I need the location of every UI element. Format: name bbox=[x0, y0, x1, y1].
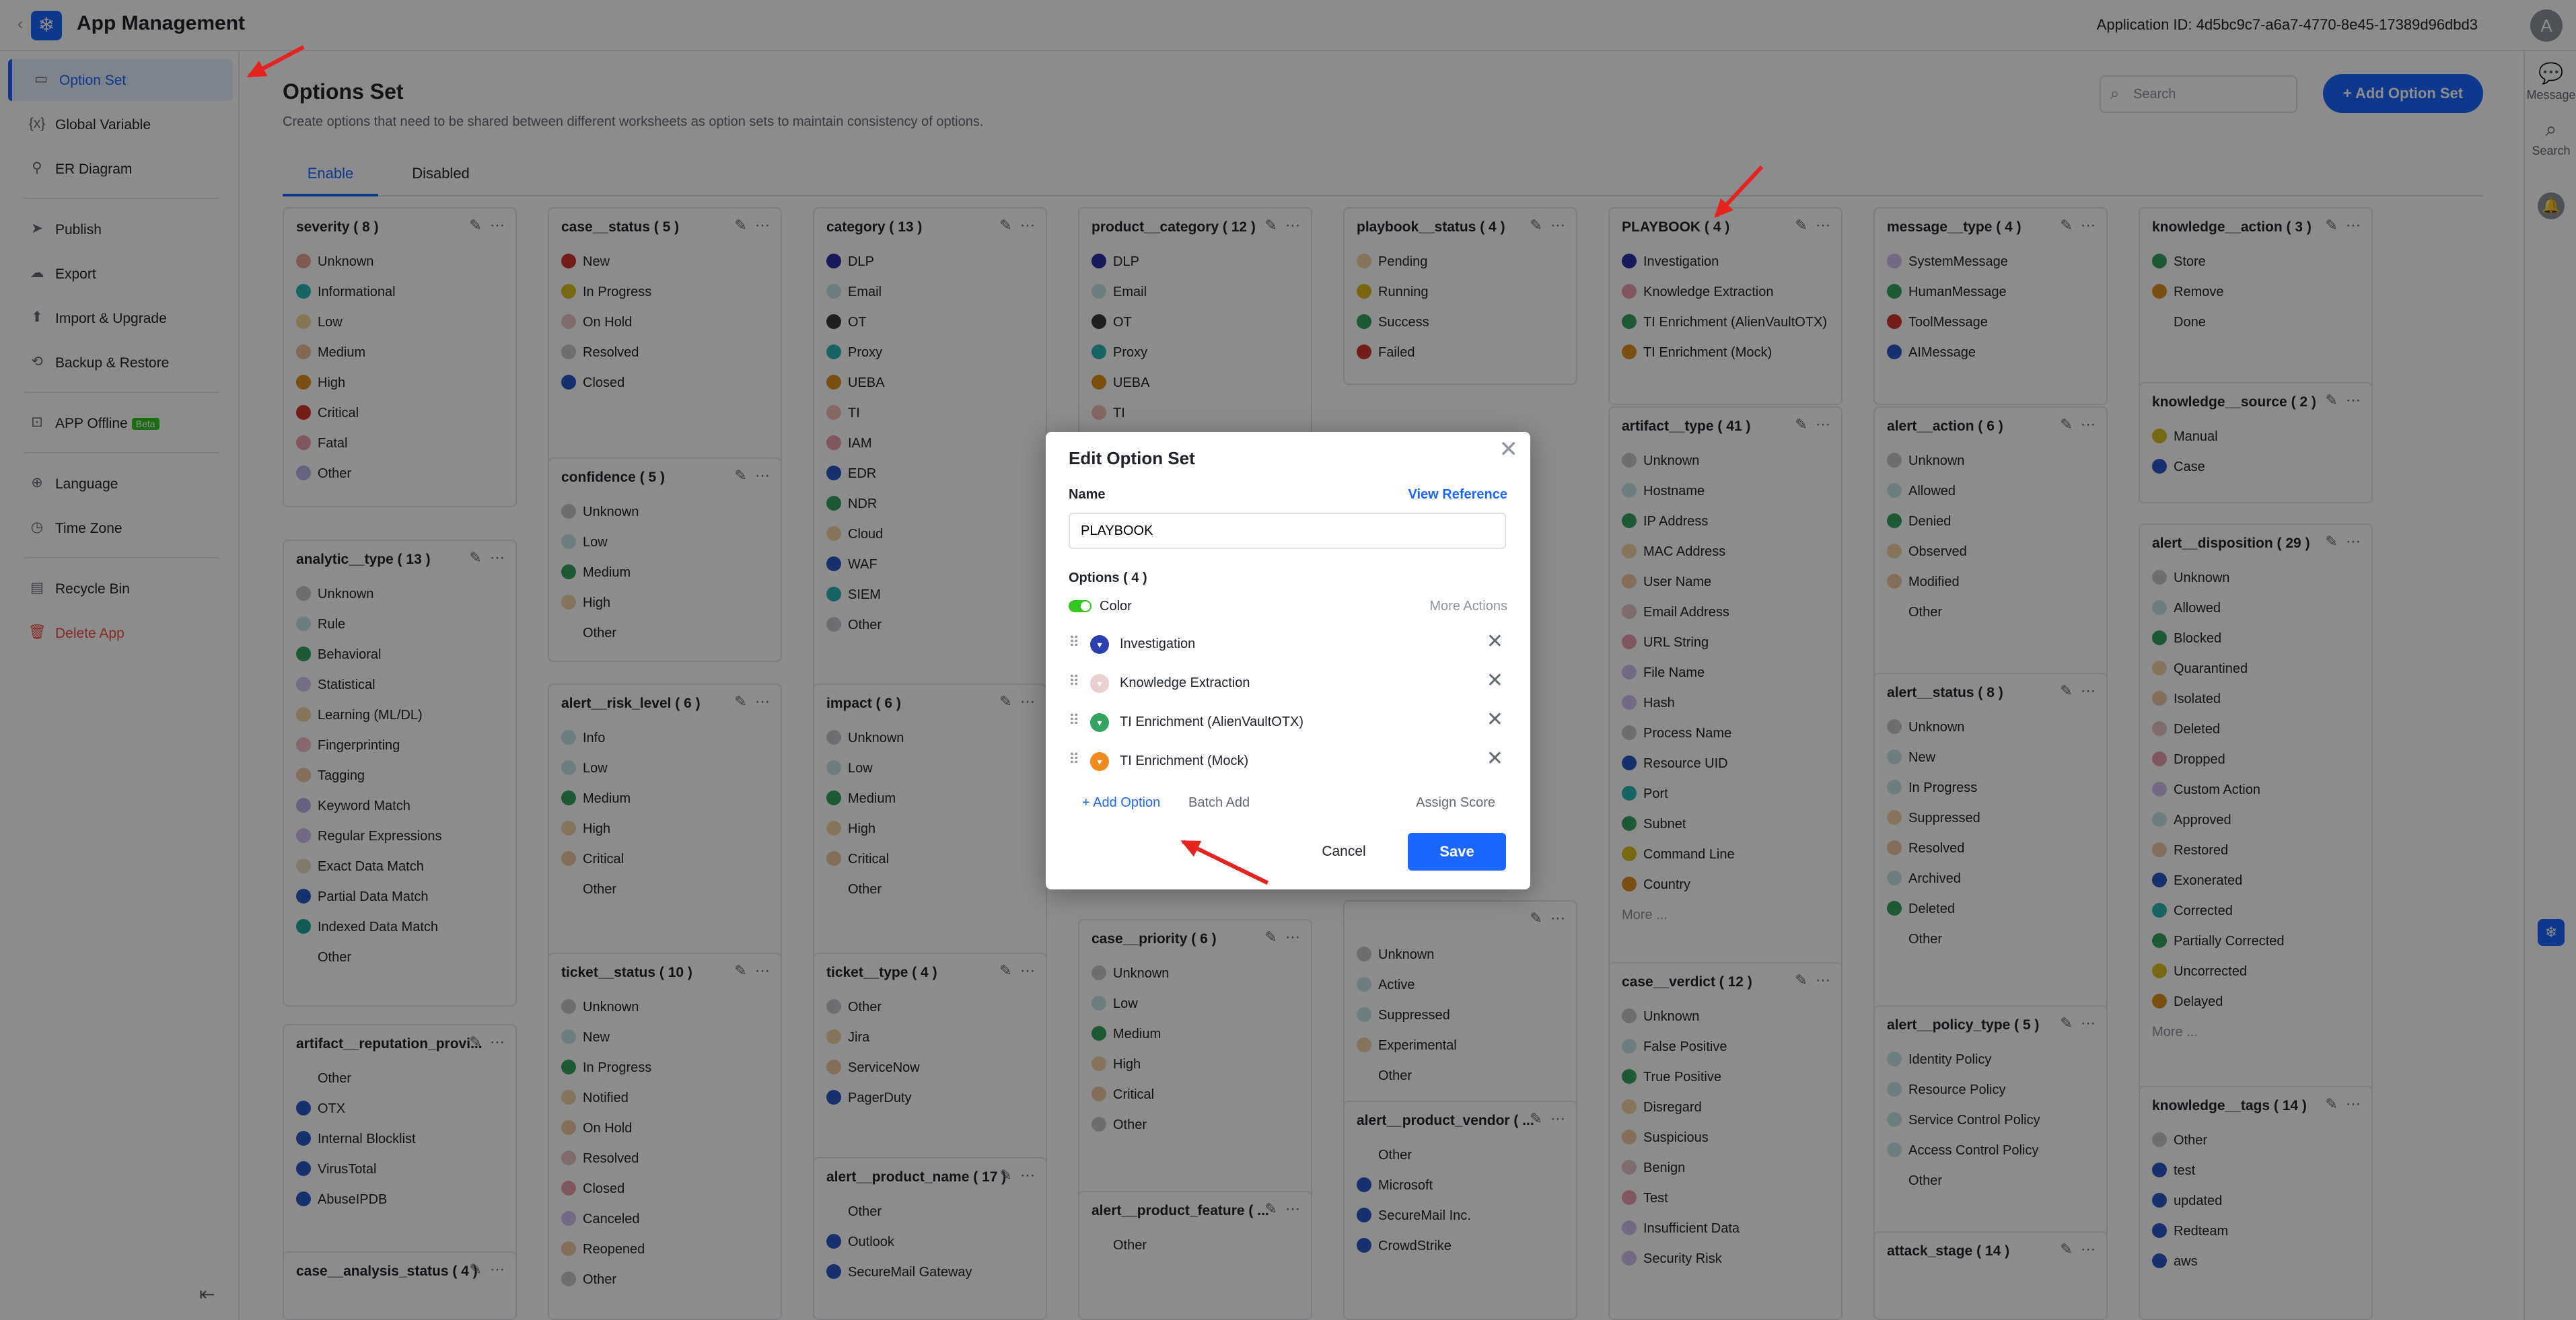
option-row[interactable]: ⠿ ▾ Investigation ✕ bbox=[1069, 626, 1506, 663]
edit-option-set-dialog: Edit Option Set ✕ Name View Reference Op… bbox=[1046, 432, 1530, 889]
cancel-button[interactable]: Cancel bbox=[1300, 833, 1388, 871]
option-row[interactable]: ⠿ ▾ TI Enrichment (AlienVaultOTX) ✕ bbox=[1069, 704, 1506, 741]
option-label[interactable]: TI Enrichment (AlienVaultOTX) bbox=[1120, 714, 1303, 730]
remove-option-icon[interactable]: ✕ bbox=[1487, 747, 1503, 770]
color-label: Color bbox=[1100, 599, 1132, 614]
save-button[interactable]: Save bbox=[1408, 833, 1506, 871]
color-picker[interactable]: ▾ bbox=[1090, 752, 1109, 771]
option-label[interactable]: TI Enrichment (Mock) bbox=[1120, 754, 1248, 769]
color-toggle[interactable] bbox=[1069, 600, 1092, 612]
view-reference-link[interactable]: View Reference bbox=[1408, 487, 1508, 503]
color-picker[interactable]: ▾ bbox=[1090, 635, 1109, 654]
dialog-title: Edit Option Set bbox=[1069, 448, 1195, 468]
option-row[interactable]: ⠿ ▾ Knowledge Extraction ✕ bbox=[1069, 665, 1506, 702]
name-field[interactable] bbox=[1069, 513, 1506, 549]
option-row[interactable]: ⠿ ▾ TI Enrichment (Mock) ✕ bbox=[1069, 743, 1506, 780]
color-picker[interactable]: ▾ bbox=[1090, 713, 1109, 732]
close-icon[interactable]: ✕ bbox=[1499, 436, 1519, 463]
more-actions-button[interactable]: More Actions bbox=[1429, 599, 1507, 614]
drag-handle-icon[interactable]: ⠿ bbox=[1069, 751, 1079, 768]
remove-option-icon[interactable]: ✕ bbox=[1487, 630, 1503, 653]
option-label[interactable]: Investigation bbox=[1120, 636, 1195, 652]
drag-handle-icon[interactable]: ⠿ bbox=[1069, 634, 1079, 651]
batch-add-button[interactable]: Batch Add bbox=[1188, 795, 1250, 811]
drag-handle-icon[interactable]: ⠿ bbox=[1069, 673, 1079, 690]
option-label[interactable]: Knowledge Extraction bbox=[1120, 675, 1250, 691]
name-label: Name bbox=[1069, 487, 1106, 502]
remove-option-icon[interactable]: ✕ bbox=[1487, 669, 1503, 692]
color-picker[interactable]: ▾ bbox=[1090, 674, 1109, 693]
assign-score-button[interactable]: Assign Score bbox=[1416, 795, 1495, 811]
options-label: Options ( 4 ) bbox=[1069, 571, 1147, 585]
drag-handle-icon[interactable]: ⠿ bbox=[1069, 712, 1079, 729]
add-option-button[interactable]: + Add Option bbox=[1082, 795, 1160, 811]
remove-option-icon[interactable]: ✕ bbox=[1487, 708, 1503, 731]
